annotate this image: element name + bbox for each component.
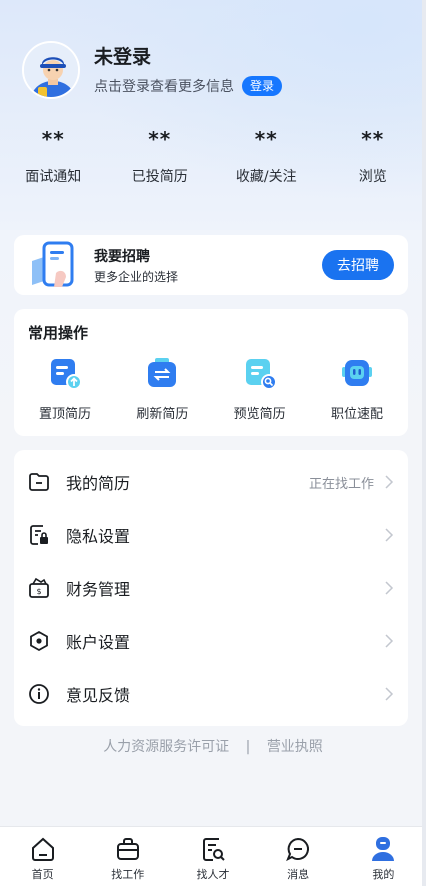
profile-header[interactable]: 未登录 点击登录查看更多信息 登录 xyxy=(22,40,412,100)
business-license-link[interactable]: 营业执照 xyxy=(267,736,323,756)
menu-item-my-resume[interactable]: 我的简历 正在找工作 xyxy=(14,456,408,508)
op-refresh-resume[interactable]: 刷新简历 xyxy=(119,355,205,422)
tab-label: 消息 xyxy=(287,868,310,881)
job-status-text: 正在找工作 xyxy=(308,476,374,492)
chevron-right-icon xyxy=(385,528,394,542)
stat-label: 收藏/关注 xyxy=(235,169,297,185)
recruit-card[interactable]: 我要招聘 更多企业的选择 去招聘 xyxy=(14,235,408,295)
recruit-title: 我要招聘 xyxy=(94,248,150,265)
chevron-right-icon xyxy=(385,475,394,489)
stats-row: ** 面试通知 ** 已投简历 ** 收藏/关注 ** 浏览 xyxy=(0,124,426,194)
home-icon xyxy=(31,837,54,861)
svg-text:$: $ xyxy=(36,587,41,596)
recruit-subtitle: 更多企业的选择 xyxy=(94,269,179,284)
message-icon xyxy=(286,837,310,862)
op-label: 刷新简历 xyxy=(136,407,189,422)
op-pin-resume[interactable]: 置顶简历 xyxy=(22,355,108,422)
tab-home[interactable]: 首页 xyxy=(8,827,78,886)
menu-item-feedback[interactable]: 意见反馈 xyxy=(14,668,408,720)
preview-resume-icon xyxy=(245,359,277,390)
stat-value: ** xyxy=(148,127,172,151)
recruit-illustration xyxy=(26,237,86,293)
chevron-right-icon xyxy=(385,634,394,648)
footer-links: 人力资源服务许可证 | 营业执照 xyxy=(0,736,426,756)
stat-label: 已投简历 xyxy=(131,169,188,185)
menu-label: 财务管理 xyxy=(66,580,131,599)
profile-name: 未登录 xyxy=(94,46,152,68)
stat-value: ** xyxy=(41,127,65,151)
ops-title: 常用操作 xyxy=(28,324,89,342)
common-operations-card: 常用操作 置顶简历 刷新简历 预览简历 职位速配 xyxy=(14,309,408,436)
tab-label: 找人才 xyxy=(196,868,230,881)
folder-icon xyxy=(29,473,49,491)
briefcase-icon xyxy=(116,838,139,860)
chevron-right-icon xyxy=(385,687,394,701)
refresh-resume-icon xyxy=(148,358,177,387)
menu-item-finance[interactable]: $ 财务管理 xyxy=(14,562,408,614)
search-talent-icon xyxy=(202,838,225,861)
tab-mine[interactable]: 我的 xyxy=(348,827,418,886)
info-icon xyxy=(29,684,49,704)
stat-applied-resumes[interactable]: ** 已投简历 xyxy=(110,124,210,194)
op-label: 职位速配 xyxy=(330,407,383,422)
tab-label: 首页 xyxy=(31,868,54,881)
tab-find-job[interactable]: 找工作 xyxy=(93,827,163,886)
stat-favorites[interactable]: ** 收藏/关注 xyxy=(216,124,316,194)
tab-label: 找工作 xyxy=(111,868,145,881)
pin-resume-icon xyxy=(51,359,82,390)
login-button[interactable]: 登录 xyxy=(242,76,283,96)
op-label: 预览简历 xyxy=(233,407,286,422)
privacy-lock-icon xyxy=(30,525,48,545)
avatar[interactable] xyxy=(22,41,80,99)
wallet-icon: $ xyxy=(29,577,49,598)
tab-messages[interactable]: 消息 xyxy=(263,827,333,886)
menu-item-privacy[interactable]: 隐私设置 xyxy=(14,509,408,561)
menu-label: 意见反馈 xyxy=(66,686,131,705)
settings-menu-card: 我的简历 正在找工作 隐私设置 $ 财务管理 账户设置 意见反馈 xyxy=(14,450,408,726)
hr-license-link[interactable]: 人力资源服务许可证 xyxy=(103,736,229,756)
settings-hex-icon xyxy=(30,630,48,652)
stat-interview-notice[interactable]: ** 面试通知 xyxy=(3,124,103,194)
header-background xyxy=(0,0,426,230)
stat-value: ** xyxy=(361,127,385,151)
footer-separator: | xyxy=(245,739,251,755)
go-recruit-button[interactable]: 去招聘 xyxy=(322,250,394,280)
menu-label: 账户设置 xyxy=(66,633,131,652)
bottom-tab-bar: 首页 找工作 找人才 消息 我的 xyxy=(0,826,426,886)
op-label: 置顶简历 xyxy=(38,407,91,422)
chevron-right-icon xyxy=(385,581,394,595)
profile-icon xyxy=(372,837,395,861)
menu-label: 我的简历 xyxy=(66,474,131,493)
tab-find-talent[interactable]: 找人才 xyxy=(178,827,248,886)
op-job-match[interactable]: 职位速配 xyxy=(314,355,400,422)
menu-label: 隐私设置 xyxy=(66,527,131,546)
stat-value: ** xyxy=(254,127,278,151)
job-match-icon xyxy=(341,360,372,386)
scrollbar-track xyxy=(422,0,426,886)
stat-label: 浏览 xyxy=(358,169,387,185)
stat-views[interactable]: ** 浏览 xyxy=(323,124,423,194)
op-preview-resume[interactable]: 预览简历 xyxy=(217,355,303,422)
tab-label: 我的 xyxy=(372,868,395,881)
menu-item-account-settings[interactable]: 账户设置 xyxy=(14,615,408,667)
stat-label: 面试通知 xyxy=(25,169,82,185)
login-hint[interactable]: 点击登录查看更多信息 xyxy=(94,76,234,96)
